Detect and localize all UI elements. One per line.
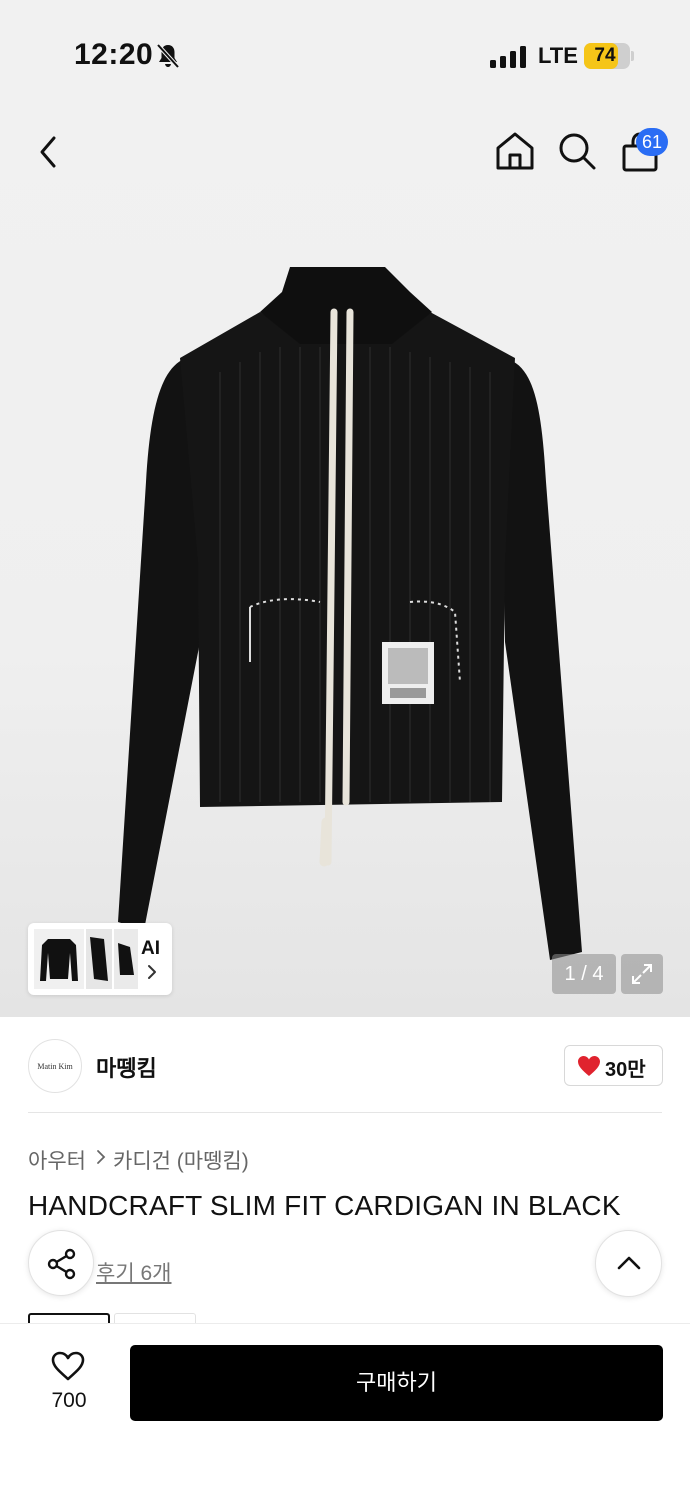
product-title: HANDCRAFT SLIM FIT CARDIGAN IN BLACK — [28, 1190, 621, 1221]
breadcrumb-subcategory[interactable]: 카디건 (마뗑킴) — [113, 1145, 249, 1175]
signal-icon — [490, 46, 526, 68]
chevron-right-icon — [148, 965, 156, 979]
product-image[interactable] — [110, 262, 590, 962]
back-icon[interactable] — [34, 132, 66, 172]
chevron-right-icon — [97, 1150, 106, 1164]
battery-level: 74 — [594, 45, 616, 66]
thumbnail-images — [34, 929, 138, 989]
image-counter: 1 / 4 — [552, 954, 616, 994]
share-icon — [47, 1248, 76, 1280]
battery-indicator: 74 — [584, 43, 630, 69]
search-icon[interactable] — [556, 130, 598, 172]
network-type: LTE — [538, 43, 578, 68]
buy-button[interactable]: 구매하기 — [130, 1345, 663, 1421]
expand-button[interactable] — [621, 954, 663, 994]
ai-label: AI — [141, 938, 160, 959]
cart-count-badge: 61 — [636, 128, 669, 156]
breadcrumb-category[interactable]: 아우터 — [28, 1145, 86, 1175]
bell-off-icon — [156, 43, 180, 69]
chevron-up-icon — [617, 1256, 641, 1270]
expand-icon — [632, 964, 652, 984]
reviews-link[interactable]: 후기 6개 — [96, 1257, 171, 1287]
heart-filled-icon — [578, 1056, 600, 1076]
brand-name[interactable]: 마뗑킴 — [96, 1051, 157, 1083]
brand-like-count: 30만 — [605, 1059, 646, 1081]
brand-logo[interactable]: Matin Kim — [28, 1039, 82, 1093]
share-button[interactable] — [28, 1230, 94, 1296]
divider — [28, 1112, 662, 1113]
scroll-top-button[interactable] — [595, 1230, 662, 1297]
battery-tip — [631, 51, 634, 61]
home-icon[interactable] — [494, 130, 536, 172]
wish-count: 700 — [51, 1389, 87, 1412]
status-time: 12:20 — [74, 38, 154, 71]
heart-outline-icon[interactable] — [50, 1350, 86, 1382]
